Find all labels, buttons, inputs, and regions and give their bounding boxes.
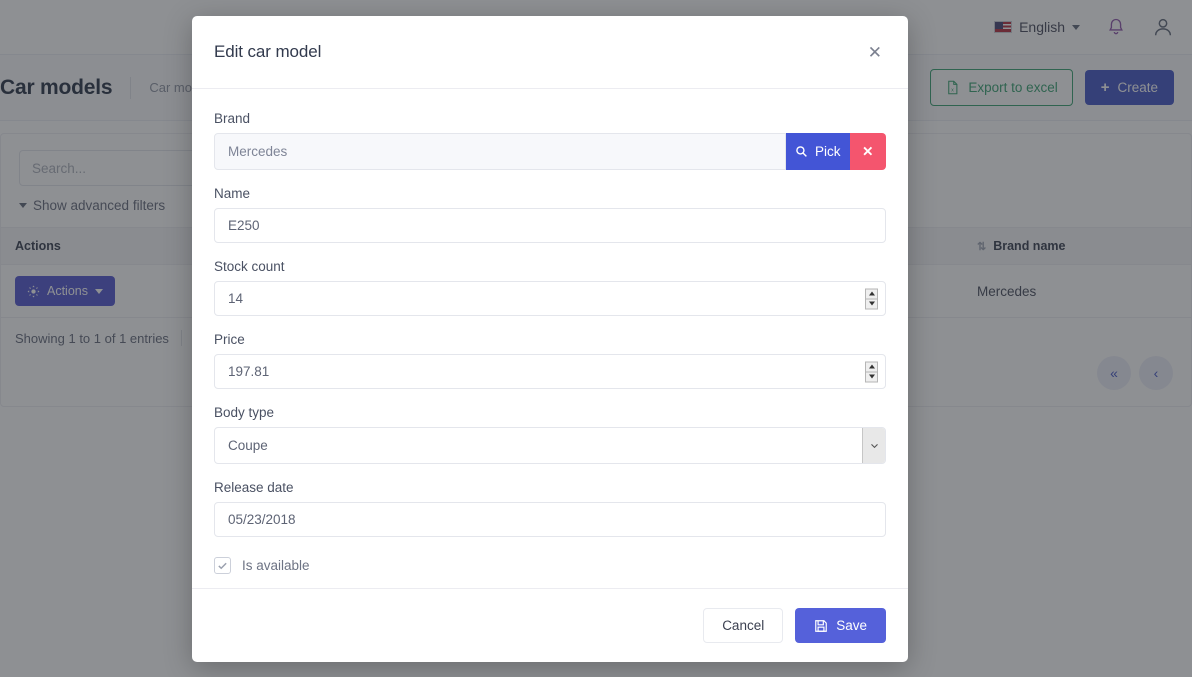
- modal-title: Edit car model: [214, 42, 322, 61]
- checkmark-icon: [218, 562, 227, 570]
- field-release-date: Release date 05/23/2018: [214, 480, 886, 537]
- search-icon: [795, 145, 808, 158]
- brand-input-group: Mercedes Pick ✕: [214, 133, 887, 170]
- stock-count-stepper[interactable]: [865, 288, 878, 309]
- field-price: Price 197.81: [214, 332, 886, 389]
- price-label: Price: [214, 332, 245, 347]
- field-brand: Brand Mercedes Pick ✕: [214, 111, 887, 170]
- stock-count-increment[interactable]: [866, 289, 877, 299]
- chevron-down-icon: [870, 443, 878, 449]
- brand-pick-label: Pick: [814, 144, 841, 159]
- field-is-available: Is available: [214, 557, 886, 574]
- close-icon[interactable]: ✕: [866, 40, 884, 65]
- modal-footer: Cancel Save: [192, 588, 908, 662]
- brand-input[interactable]: Mercedes: [214, 133, 786, 170]
- triangle-down-icon: [868, 301, 875, 306]
- name-label: Name: [214, 186, 251, 201]
- brand-label: Brand: [214, 111, 251, 126]
- stock-count-wrapper: 14: [214, 281, 886, 316]
- modal-body: Brand Mercedes Pick ✕ Name E250 Stock co…: [192, 89, 908, 588]
- price-wrapper: 197.81: [214, 354, 886, 389]
- is-available-label: Is available: [242, 558, 310, 573]
- edit-car-model-modal: Edit car model ✕ Brand Mercedes Pick ✕ N…: [192, 16, 908, 662]
- stock-count-decrement[interactable]: [866, 299, 877, 308]
- save-button[interactable]: Save: [795, 608, 886, 643]
- floppy-disk-icon: [814, 619, 828, 633]
- price-stepper[interactable]: [865, 361, 878, 382]
- price-decrement[interactable]: [866, 372, 877, 381]
- triangle-down-icon: [868, 374, 875, 379]
- field-stock-count: Stock count 14: [214, 259, 886, 316]
- brand-clear-button[interactable]: ✕: [849, 133, 887, 170]
- save-label: Save: [836, 618, 867, 633]
- field-name: Name E250: [214, 186, 886, 243]
- name-input[interactable]: E250: [214, 208, 886, 243]
- body-type-select[interactable]: Coupe: [214, 427, 886, 464]
- modal-header: Edit car model ✕: [192, 16, 908, 89]
- body-type-dropdown-button[interactable]: [862, 428, 885, 463]
- field-body-type: Body type Coupe: [214, 405, 886, 464]
- release-date-label: Release date: [214, 480, 294, 495]
- triangle-up-icon: [868, 291, 875, 296]
- is-available-checkbox[interactable]: [214, 557, 231, 574]
- body-type-label: Body type: [214, 405, 275, 420]
- stock-count-input[interactable]: 14: [214, 281, 886, 316]
- body-type-wrapper: Coupe: [214, 427, 886, 464]
- price-increment[interactable]: [866, 362, 877, 372]
- release-date-input[interactable]: 05/23/2018: [214, 502, 886, 537]
- price-input[interactable]: 197.81: [214, 354, 886, 389]
- triangle-up-icon: [868, 364, 875, 369]
- stock-count-label: Stock count: [214, 259, 285, 274]
- cancel-button[interactable]: Cancel: [703, 608, 784, 643]
- brand-pick-button[interactable]: Pick: [785, 133, 850, 170]
